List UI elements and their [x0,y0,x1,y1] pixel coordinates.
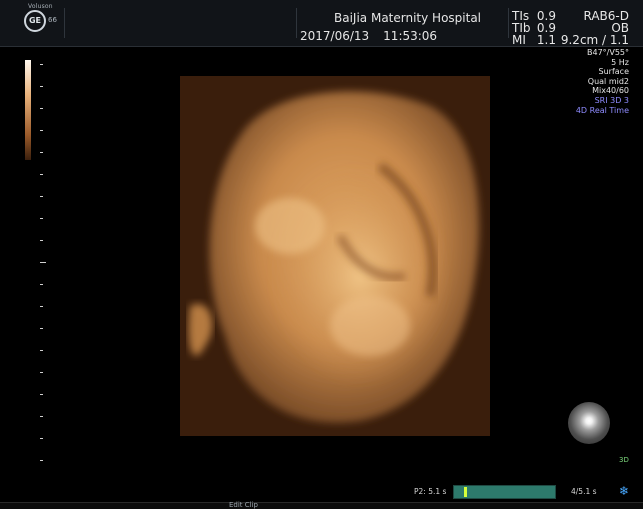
depth-tick [40,306,43,307]
depth-tick [40,372,43,373]
date: 2017/06/13 [300,29,370,43]
depth-tick [40,328,43,329]
param-mode: Surface [598,67,629,77]
brand-label: Voluson [28,3,53,10]
depth-tick [40,130,43,131]
depth-tick [40,218,43,219]
date-time: 2017/06/13 11:53:06 [300,29,437,43]
depth-tick [40,108,43,109]
p2-label: P2: [414,487,426,496]
ge-logo-icon: GE [24,10,46,32]
3d-render-view[interactable] [180,76,490,436]
render-mode-label: 3D [619,456,629,464]
cine-frames: 4/5.1 s [571,487,597,496]
depth-tick [40,350,43,351]
light-source-icon[interactable] [568,402,610,444]
depth-tick [40,262,46,263]
gain-value: 66 [48,16,57,24]
param-mix: Mix40/60 [592,86,629,96]
hospital-name: BaiJia Maternity Hospital [334,11,481,25]
depth-scale [40,64,46,461]
thermal-index-block: TIs 0.9 TIb 0.9 MI 1.1 [512,10,556,46]
cine-timeline[interactable] [453,485,556,499]
param-sri: SRI 3D 3 [594,95,629,105]
cine-timeline-fill [454,486,555,498]
ti-value: 1.1 [536,33,556,47]
depth-tick [40,416,43,417]
top-info-bar: Voluson GE 66 BaiJia Maternity Hospital … [0,0,643,47]
depth-tick [40,64,43,65]
param-angle: B47°/V55° [586,48,629,57]
cine-p2: P2: 5.1 s [414,487,446,496]
header-divider [296,8,297,38]
depth-tick [40,394,43,395]
header-divider [64,8,65,38]
depth-tick [40,196,43,197]
fetal-face-render [180,76,490,436]
probe-info: RAB6-D OB 9.2cm / 1.1 [561,10,629,46]
header-divider [508,8,509,38]
color-map-bar [25,60,31,160]
ti-row: MI 1.1 [512,34,556,46]
depth-tick [40,240,43,241]
depth-tick [40,438,43,439]
ti-key: MI [512,33,526,47]
probe-depth: 9.2cm / 1.1 [560,33,629,47]
snowflake-icon[interactable]: ❄ [619,484,629,498]
param-realtime: 4D Real Time [575,105,629,115]
acquisition-params: B47°/V55° 5 Hz Surface Qual mid2 Mix40/6… [576,48,629,115]
depth-tick [40,86,43,87]
time: 11:53:06 [383,29,438,43]
p2-time: 5.1 s [428,487,447,496]
depth-tick [40,174,43,175]
param-quality: Qual mid2 [587,76,629,86]
depth-tick [40,284,43,285]
cine-position-marker[interactable] [464,487,467,497]
cine-bar: P2: 5.1 s 4/5.1 s ❄ [0,484,643,502]
param-rate: 5 Hz [611,57,629,67]
depth-tick [40,152,43,153]
depth-tick [40,460,43,461]
